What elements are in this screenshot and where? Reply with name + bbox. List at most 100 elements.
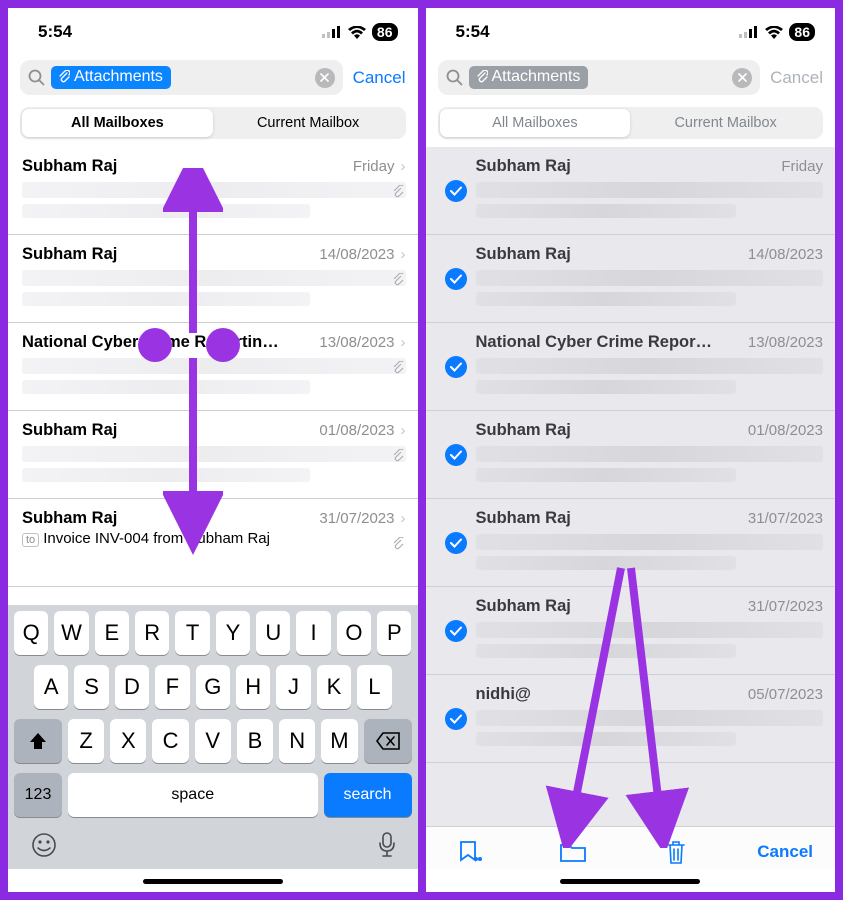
email-date: 31/07/2023 xyxy=(319,510,394,527)
email-date: 01/08/2023 xyxy=(319,422,394,439)
email-list-selecting[interactable]: Subham Raj Friday Subham Raj 14/08/2023 … xyxy=(426,147,836,826)
email-sender: Subham Raj xyxy=(22,157,347,176)
status-bar: 5:54 86 xyxy=(426,8,836,56)
email-row[interactable]: Subham Raj Friday › xyxy=(8,147,418,235)
email-list[interactable]: Subham Raj Friday › Subham Raj 14/08/202… xyxy=(8,147,418,605)
row-checkbox[interactable] xyxy=(434,509,478,576)
key-c[interactable]: C xyxy=(152,719,188,763)
key-f[interactable]: F xyxy=(155,665,189,709)
row-checkbox[interactable] xyxy=(434,421,478,488)
key-b[interactable]: B xyxy=(237,719,273,763)
key-y[interactable]: Y xyxy=(216,611,250,655)
mailbox-scope-segment: All Mailboxes Current Mailbox xyxy=(426,103,836,147)
email-row[interactable]: Subham Raj 01/08/2023 › xyxy=(8,411,418,499)
search-field[interactable]: Attachments xyxy=(20,60,343,95)
key-m[interactable]: M xyxy=(321,719,357,763)
row-checkbox[interactable] xyxy=(434,245,478,312)
key-w[interactable]: W xyxy=(54,611,88,655)
email-row[interactable]: Subham Raj 31/07/2023 xyxy=(426,499,836,587)
emoji-icon[interactable] xyxy=(30,831,58,859)
move-button[interactable] xyxy=(551,841,595,863)
attachment-icon xyxy=(392,449,404,463)
search-field[interactable]: Attachments xyxy=(438,60,761,95)
chevron-right-icon: › xyxy=(401,510,406,527)
email-row[interactable]: Subham Raj 31/07/2023 xyxy=(426,587,836,675)
key-o[interactable]: O xyxy=(337,611,371,655)
segment-current-mailbox: Current Mailbox xyxy=(630,109,821,137)
clear-search-icon[interactable] xyxy=(315,68,335,88)
key-n[interactable]: N xyxy=(279,719,315,763)
row-checkbox[interactable] xyxy=(434,157,478,224)
key-j[interactable]: J xyxy=(276,665,310,709)
key-s[interactable]: S xyxy=(74,665,108,709)
email-row[interactable]: Subham Raj Friday xyxy=(426,147,836,235)
phone-left: 5:54 86 Attachments Cancel All Mailboxes… xyxy=(4,4,422,896)
mark-button[interactable] xyxy=(448,840,492,864)
email-date: Friday xyxy=(781,158,823,175)
attachment-icon xyxy=(392,185,404,199)
space-key[interactable]: space xyxy=(68,773,318,817)
row-checkbox[interactable] xyxy=(434,685,478,752)
segment-all-mailboxes[interactable]: All Mailboxes xyxy=(22,109,213,137)
signal-icon xyxy=(322,26,342,38)
delete-key[interactable] xyxy=(364,719,412,763)
chevron-right-icon: › xyxy=(401,422,406,439)
email-sender: Subham Raj xyxy=(22,509,313,528)
key-l[interactable]: L xyxy=(357,665,391,709)
search-bar: Attachments Cancel xyxy=(426,56,836,103)
key-v[interactable]: V xyxy=(195,719,231,763)
numbers-key[interactable]: 123 xyxy=(14,773,62,817)
email-row[interactable]: Subham Raj 01/08/2023 xyxy=(426,411,836,499)
email-row[interactable]: Subham Raj 31/07/2023 › toInvoice INV-00… xyxy=(8,499,418,587)
search-token[interactable]: Attachments xyxy=(51,66,171,89)
key-g[interactable]: G xyxy=(196,665,230,709)
keyboard: QWERTYUIOP ASDFGHJKL ZXCVBNM 123 space s… xyxy=(8,605,418,869)
email-sender: Subham Raj xyxy=(476,157,776,176)
key-x[interactable]: X xyxy=(110,719,146,763)
search-icon xyxy=(446,69,463,86)
key-d[interactable]: D xyxy=(115,665,149,709)
email-row[interactable]: Subham Raj 14/08/2023 xyxy=(426,235,836,323)
email-row[interactable]: Subham Raj 14/08/2023 › xyxy=(8,235,418,323)
email-date: 13/08/2023 xyxy=(319,334,394,351)
attachment-icon xyxy=(392,537,404,551)
attachment-icon xyxy=(392,273,404,287)
paperclip-icon xyxy=(475,70,488,84)
chevron-right-icon: › xyxy=(401,334,406,351)
key-h[interactable]: H xyxy=(236,665,270,709)
key-i[interactable]: I xyxy=(296,611,330,655)
email-sender: Subham Raj xyxy=(476,509,742,528)
email-date: 13/08/2023 xyxy=(748,334,823,351)
wifi-icon xyxy=(765,26,783,39)
status-bar: 5:54 86 xyxy=(8,8,418,56)
email-sender: National Cyber Crime Reportin… xyxy=(22,333,313,352)
key-z[interactable]: Z xyxy=(68,719,104,763)
key-e[interactable]: E xyxy=(95,611,129,655)
attachment-icon xyxy=(392,361,404,375)
segment-current-mailbox[interactable]: Current Mailbox xyxy=(213,109,404,137)
key-a[interactable]: A xyxy=(34,665,68,709)
search-bar: Attachments Cancel xyxy=(8,56,418,103)
row-checkbox[interactable] xyxy=(434,597,478,664)
email-row[interactable]: nidhi@ 05/07/2023 xyxy=(426,675,836,763)
mic-icon[interactable] xyxy=(378,831,396,859)
search-cancel-link[interactable]: Cancel xyxy=(353,68,406,88)
row-checkbox[interactable] xyxy=(434,333,478,400)
email-row[interactable]: National Cyber Crime Reportin… 13/08/202… xyxy=(8,323,418,411)
key-p[interactable]: P xyxy=(377,611,411,655)
shift-key[interactable] xyxy=(14,719,62,763)
key-t[interactable]: T xyxy=(175,611,209,655)
paperclip-icon xyxy=(57,70,70,84)
battery-badge: 86 xyxy=(789,23,815,41)
search-key[interactable]: search xyxy=(324,773,412,817)
key-k[interactable]: K xyxy=(317,665,351,709)
key-u[interactable]: U xyxy=(256,611,290,655)
home-indicator xyxy=(560,879,700,884)
search-token: Attachments xyxy=(469,66,589,89)
key-r[interactable]: R xyxy=(135,611,169,655)
trash-button[interactable] xyxy=(654,839,698,865)
toolbar-cancel-button[interactable]: Cancel xyxy=(757,842,813,862)
email-row[interactable]: National Cyber Crime Repor… 13/08/2023 xyxy=(426,323,836,411)
key-q[interactable]: Q xyxy=(14,611,48,655)
mailbox-scope-segment: All Mailboxes Current Mailbox xyxy=(8,103,418,147)
